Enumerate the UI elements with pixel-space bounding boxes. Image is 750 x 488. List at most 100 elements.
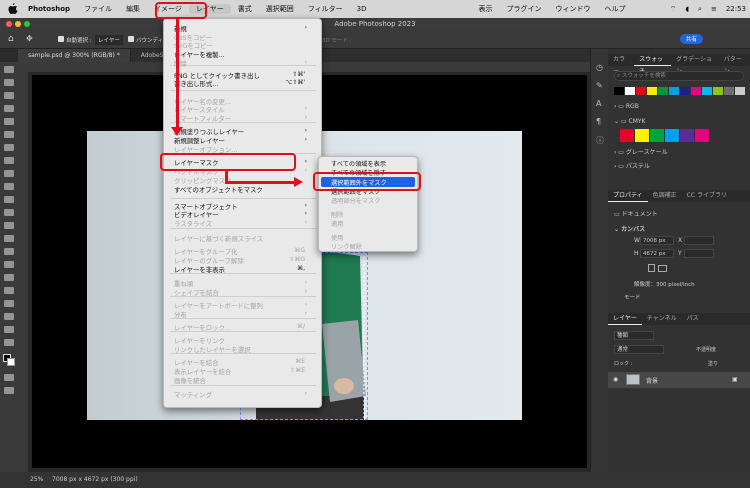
eyedropper-tool-icon[interactable] <box>4 144 14 151</box>
blend-mode-select[interactable]: 通常 <box>614 345 664 354</box>
share-button[interactable]: 共有 <box>680 34 704 44</box>
menu-plugins[interactable]: プラグイン <box>499 4 548 14</box>
folder-grayscale[interactable]: › ▭ グレースケール <box>614 147 668 156</box>
submenu-item[interactable]: 透明部分をマスク <box>331 196 381 205</box>
menu-help[interactable]: ヘルプ <box>597 4 632 14</box>
tab-channels[interactable]: チャンネル <box>642 313 682 325</box>
layer-menu-item[interactable]: レイヤーに基づく新規スライス <box>174 234 313 243</box>
layer-menu-item[interactable]: SVGをコピー <box>174 41 313 50</box>
minimize-window-button[interactable] <box>15 21 21 27</box>
frame-tool-icon[interactable] <box>4 131 14 138</box>
close-window-button[interactable] <box>6 21 12 27</box>
menu-view[interactable]: 表示 <box>471 4 499 14</box>
height-field[interactable]: 4672 px <box>640 249 674 258</box>
color-swatch[interactable] <box>713 87 723 95</box>
cmyk-color-swatch[interactable] <box>620 129 634 142</box>
layer-menu-item[interactable]: レイヤーをリンク <box>174 336 313 345</box>
auto-select-checkbox[interactable] <box>58 36 64 42</box>
cmyk-color-swatch[interactable] <box>695 129 709 142</box>
tab-swatches[interactable]: スウォッチ <box>634 54 672 75</box>
background-color-swatch[interactable] <box>7 358 15 366</box>
zoom-tool-icon[interactable] <box>4 326 14 333</box>
tab-color[interactable]: カラー <box>608 54 634 75</box>
more-tools-icon[interactable] <box>4 339 14 346</box>
color-swatch[interactable] <box>614 87 624 95</box>
folder-pastel[interactable]: › ▭ パステル <box>614 161 650 170</box>
history-brush-tool-icon[interactable] <box>4 196 14 203</box>
layer-menu-item[interactable]: レイヤーのグループ解除 ⇧⌘G <box>174 256 313 265</box>
wifi-icon[interactable]: ⌔ <box>670 5 677 14</box>
layer-menu-item[interactable]: 新規調整レイヤー › <box>174 136 313 145</box>
volume-icon[interactable]: ◖ <box>685 5 689 13</box>
control-center-icon[interactable]: ≡ <box>711 5 717 13</box>
color-swatch[interactable] <box>647 87 657 95</box>
zoom-window-button[interactable] <box>24 21 30 27</box>
layer-menu-item[interactable]: 画像を統合 <box>174 376 313 385</box>
color-swatch[interactable] <box>658 87 668 95</box>
layer-menu-item[interactable]: ラスタライズ › <box>174 219 313 228</box>
menu-file[interactable]: ファイル <box>77 4 119 14</box>
layer-name[interactable]: 背景 <box>646 376 658 385</box>
layer-menu-item[interactable]: レイヤーをロック... ⌘/ <box>174 323 313 332</box>
submenu-item[interactable]: すべての領域を表示 <box>331 159 386 168</box>
canvas-section-label[interactable]: ⌄ カンバス <box>614 224 645 233</box>
pen-tool-icon[interactable] <box>4 261 14 268</box>
submenu-item[interactable]: 使用 <box>331 233 343 242</box>
type-tool-icon[interactable] <box>4 274 14 281</box>
blur-tool-icon[interactable] <box>4 235 14 242</box>
color-swatch[interactable] <box>625 87 635 95</box>
hand-tool-icon[interactable] <box>4 313 14 320</box>
color-swatch[interactable] <box>735 87 745 95</box>
layer-menu-item[interactable]: 分布 › <box>174 310 313 319</box>
stamp-tool-icon[interactable] <box>4 183 14 190</box>
quick-mask-icon[interactable] <box>4 374 14 381</box>
submenu-item[interactable]: 適用 <box>331 219 343 228</box>
layer-menu-item[interactable]: レイヤーをアートボードに整列 › <box>174 301 313 310</box>
move-tool-icon[interactable] <box>4 66 14 73</box>
orientation-landscape-icon[interactable] <box>658 265 667 272</box>
color-swatch[interactable] <box>680 87 690 95</box>
brush-tool-icon[interactable] <box>4 170 14 177</box>
tab-patterns[interactable]: パターン <box>719 54 750 75</box>
folder-rgb[interactable]: › ▭ RGB <box>614 103 639 110</box>
shape-tool-icon[interactable] <box>4 300 14 307</box>
dodge-tool-icon[interactable] <box>4 248 14 255</box>
paragraph-icon[interactable]: ¶ <box>596 117 601 126</box>
layer-kind-filter[interactable]: 種類 <box>614 331 654 340</box>
layer-menu-item[interactable]: レイヤーを非表示 ⌘, <box>174 265 313 274</box>
color-swatch[interactable] <box>691 87 701 95</box>
layer-menu-item[interactable]: レイヤーを結合 ⌘E <box>174 358 313 367</box>
tab-sample-psd[interactable]: sample.psd @ 300% (RGB/8) * <box>18 49 131 62</box>
move-tool-icon[interactable]: ✥ <box>26 34 33 43</box>
marquee-tool-icon[interactable] <box>4 79 14 86</box>
x-field[interactable] <box>684 236 714 245</box>
lasso-tool-icon[interactable] <box>4 92 14 99</box>
layer-menu-item[interactable]: スマートフィルター › <box>174 114 313 123</box>
submenu-item[interactable]: 削除 <box>331 210 343 219</box>
eraser-tool-icon[interactable] <box>4 209 14 216</box>
menu-window[interactable]: ウィンドウ <box>548 4 597 14</box>
character-icon[interactable]: A <box>596 99 601 108</box>
menu-select[interactable]: 選択範囲 <box>259 4 301 14</box>
eye-icon[interactable]: ◉ <box>613 376 618 383</box>
layer-menu-item[interactable]: レイヤースタイル › <box>174 105 313 114</box>
color-swatch[interactable] <box>636 87 646 95</box>
layer-menu-item[interactable]: レイヤーをグループ化 ⌘G <box>174 247 313 256</box>
healing-tool-icon[interactable] <box>4 157 14 164</box>
quick-select-tool-icon[interactable] <box>4 105 14 112</box>
layer-menu-item[interactable]: 新規 › <box>174 24 313 33</box>
bounding-checkbox[interactable] <box>128 36 134 42</box>
layer-menu-item[interactable]: レイヤーを複製... <box>174 50 313 59</box>
color-swatch[interactable] <box>724 87 734 95</box>
cmyk-color-swatch[interactable] <box>665 129 679 142</box>
y-field[interactable] <box>684 249 714 258</box>
layer-select[interactable]: レイヤー <box>95 35 123 45</box>
cmyk-color-swatch[interactable] <box>650 129 664 142</box>
layer-menu-item[interactable]: ビデオレイヤー › <box>174 210 313 219</box>
clock[interactable]: 22:53 <box>726 5 746 13</box>
color-swatch[interactable] <box>669 87 679 95</box>
layer-menu-item[interactable]: 表示レイヤーを結合 ⇧⌘E <box>174 367 313 376</box>
width-field[interactable]: 7008 px <box>640 236 674 245</box>
tab-properties[interactable]: プロパティ <box>608 190 648 202</box>
folder-cmyk[interactable]: ⌄ ▭ CMYK <box>614 118 645 125</box>
